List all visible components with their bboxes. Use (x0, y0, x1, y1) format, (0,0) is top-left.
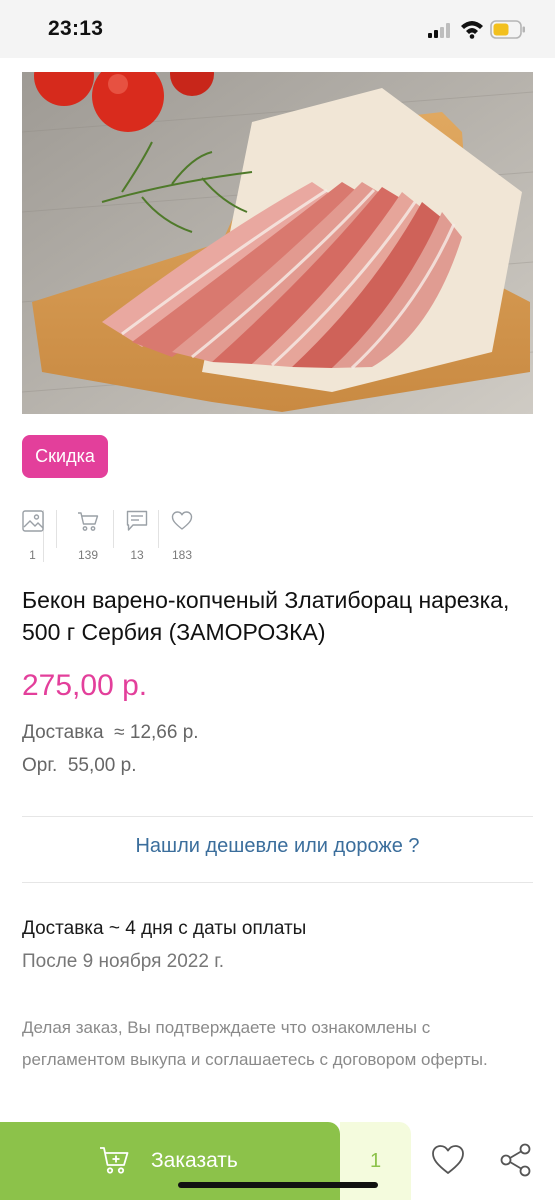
product-title: Бекон варено-копченый Златиборац нарезка… (22, 587, 510, 645)
comment-icon (126, 510, 148, 531)
cellular-signal-icon (428, 22, 454, 38)
delivery-cost-row: Доставка ≈ 12,66 р. (22, 722, 199, 744)
cart-icon (78, 512, 99, 531)
home-indicator (178, 1182, 378, 1188)
quantity-field[interactable]: 1 (340, 1122, 411, 1200)
order-button-label: Заказать (151, 1149, 238, 1172)
share-icon[interactable] (498, 1142, 534, 1178)
stat-divider (158, 510, 159, 548)
stat-count: 1 (29, 548, 36, 562)
wifi-icon (461, 21, 483, 39)
status-bar: 23:13 (0, 0, 555, 58)
favorite-heart-icon[interactable] (430, 1142, 466, 1178)
bacon-photo (22, 72, 533, 414)
status-time: 23:13 (48, 17, 104, 40)
stat-comments[interactable]: 13 (126, 510, 148, 562)
stat-divider (56, 510, 57, 548)
add-to-cart-icon (100, 1147, 129, 1174)
product-stats: 1 139 13 183 (21, 510, 195, 562)
divider (22, 882, 533, 883)
stat-count: 139 (77, 548, 99, 562)
delivery-date-text: После 9 ноября 2022 г. (22, 951, 225, 972)
stat-orders[interactable]: 139 (75, 510, 101, 562)
stat-count: 13 (130, 548, 144, 562)
stat-count: 183 (171, 548, 193, 562)
product-price: 275,00 р. (22, 669, 148, 702)
org-fee-row: Орг. 55,00 р. (22, 755, 136, 777)
stat-favorites[interactable]: 183 (169, 510, 195, 562)
stat-photos[interactable]: 1 (21, 510, 44, 562)
org-fee-label: Орг. (22, 755, 58, 776)
discount-badge: Скидка (22, 435, 108, 478)
battery-icon (490, 20, 525, 39)
delivery-time-text: Доставка ~ 4 дня с даты оплаты (22, 918, 307, 939)
image-icon (21, 510, 44, 532)
divider (22, 816, 533, 817)
found-cheaper-link[interactable]: Нашли дешевле или дороже ? (0, 835, 555, 858)
heart-icon (171, 511, 193, 530)
order-disclaimer: Делая заказ, Вы подтверждаете что ознако… (22, 1018, 488, 1069)
product-image[interactable] (22, 72, 533, 414)
delivery-cost-label: Доставка (22, 722, 104, 743)
org-fee-value: 55,00 р. (67, 755, 137, 776)
delivery-cost-value: ≈ 12,66 р. (114, 722, 199, 743)
stat-divider (113, 510, 114, 548)
order-button[interactable]: Заказать (0, 1122, 340, 1200)
